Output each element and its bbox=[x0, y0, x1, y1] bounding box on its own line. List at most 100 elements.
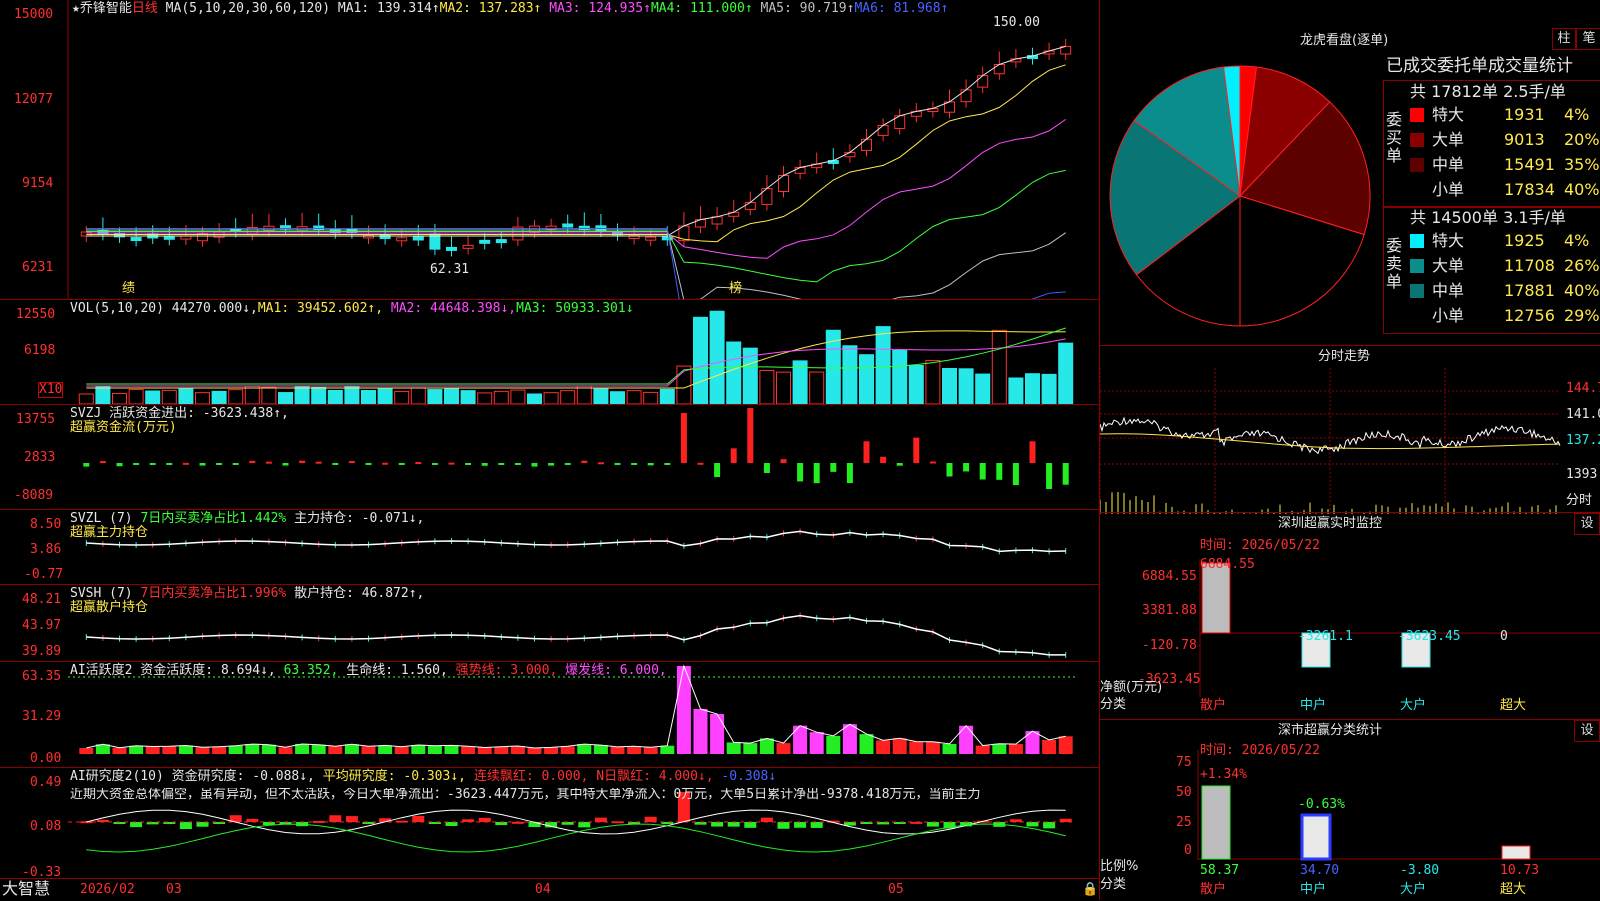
fund-flow-bar bbox=[913, 437, 920, 463]
ma1-value: MA1: 139.314↑ bbox=[337, 1, 440, 16]
fund-flow-bar bbox=[83, 463, 90, 467]
stat-y-2: 25 bbox=[1176, 815, 1192, 830]
candle-body bbox=[861, 138, 872, 151]
volume-bar bbox=[560, 390, 576, 405]
buy-row-count: 1931 bbox=[1504, 105, 1545, 124]
research-bar bbox=[478, 817, 491, 822]
ma-line-4 bbox=[86, 169, 1066, 283]
stat-top-1: -0.63% bbox=[1298, 797, 1345, 812]
volume-bar bbox=[261, 386, 277, 405]
buy-total: 共 17812单 2.5手/单 bbox=[1410, 82, 1566, 101]
activity-bar bbox=[809, 732, 824, 754]
fund-flow-bar bbox=[680, 413, 687, 463]
volume-bar bbox=[361, 390, 376, 405]
date-axis-bar: 大智慧 2026/02 03 04 05 🔒 bbox=[0, 878, 1100, 900]
stats-panel: 深市超赢分类统计 设 时间: 2026/05/22 75 50 25 0 比例%… bbox=[1099, 719, 1600, 900]
fund-flow-bar bbox=[581, 460, 588, 463]
volume-bar bbox=[958, 368, 974, 405]
buy-row-count: 17834 bbox=[1504, 180, 1555, 199]
candle-body bbox=[446, 246, 457, 251]
volume-bar bbox=[942, 368, 957, 405]
buy-row-name: 小单 bbox=[1432, 180, 1465, 199]
volume-bar bbox=[527, 393, 542, 405]
sell-row-count: 17881 bbox=[1504, 281, 1555, 300]
fund-flow-bar bbox=[382, 462, 389, 465]
kline-chart bbox=[67, 0, 1072, 300]
research-bar bbox=[345, 816, 358, 822]
low-annotation: 62.31 bbox=[430, 262, 470, 277]
date-tick-1: 03 bbox=[166, 882, 182, 897]
svzj-panel[interactable]: SVZJ 活跃资金进出: -3623.438↑, 超赢资金流(万元) 13755… bbox=[0, 404, 1100, 510]
stat-val-0: 58.37 bbox=[1200, 863, 1240, 878]
volume-bar bbox=[726, 341, 742, 405]
activity-bar bbox=[228, 745, 243, 754]
fund-flow-bar bbox=[99, 461, 106, 464]
yaxis-vol-unit[interactable]: X10 bbox=[38, 382, 64, 398]
sell-row-pct: 29% bbox=[1564, 306, 1600, 325]
main-kline-panel[interactable]: ★乔锋智能日线 MA(5,10,20,30,60,120) MA1: 139.3… bbox=[0, 0, 1100, 300]
activity-bar bbox=[344, 744, 359, 754]
period-label[interactable]: 日线 bbox=[132, 1, 158, 16]
sell-row-pct: 26% bbox=[1564, 256, 1600, 275]
sell-row-count: 11708 bbox=[1504, 256, 1555, 275]
fund-flow-bar bbox=[697, 462, 704, 465]
volume-bar bbox=[610, 391, 625, 405]
volume-bar bbox=[228, 389, 244, 405]
activity-bar bbox=[129, 745, 144, 754]
candle-body bbox=[396, 237, 408, 242]
ai2-comment: 近期大资金总体偏空，虽有异动，但不太活跃，今日大单净流出：-3623.447万元… bbox=[70, 788, 981, 802]
volume-bar bbox=[195, 392, 210, 405]
fund-flow-bar bbox=[597, 462, 604, 465]
activity-bar bbox=[942, 743, 957, 754]
svsh-ratio: 7日内买卖净占比1.996% bbox=[140, 586, 287, 601]
activity-bar bbox=[494, 746, 509, 754]
mon-bar-retail bbox=[1201, 562, 1231, 634]
ai-activity-panel[interactable]: AI活跃度2 资金活跃度: 8.694↓, 63.352, 生命线: 1.560… bbox=[0, 661, 1100, 768]
ma-line-1 bbox=[86, 45, 1066, 237]
lhb-tab[interactable]: 已成交委托单成交量统计 bbox=[1386, 56, 1573, 76]
intraday-panel[interactable]: 分时走势 144.7 141.0 137.2 1393 分时 bbox=[1099, 345, 1600, 514]
volume-bar bbox=[659, 388, 675, 405]
ma5-value: MA5: 90.719↑ bbox=[760, 1, 855, 16]
svzl-hold: 主力持仓: -0.071↓, bbox=[294, 511, 425, 526]
stat-bar-super bbox=[1501, 845, 1531, 860]
fund-flow-bar bbox=[979, 463, 986, 480]
fund-flow-bar bbox=[780, 459, 787, 463]
activity-bar bbox=[743, 743, 758, 754]
fund-flow-bar bbox=[730, 448, 737, 463]
volume-panel[interactable]: VOL(5,10,20) 44270.000↓,MA1: 39452.602↑,… bbox=[0, 299, 1100, 405]
lock-icon[interactable]: 🔒 bbox=[1082, 883, 1098, 897]
fund-flow-bar bbox=[481, 463, 488, 466]
mon-val-1: -3261.1 bbox=[1298, 629, 1353, 644]
activity-bar bbox=[560, 746, 575, 754]
activity-bar bbox=[577, 744, 592, 754]
activity-bar bbox=[876, 740, 891, 754]
yaxis-svzl-0: 8.50 bbox=[30, 517, 62, 532]
candle-body bbox=[462, 244, 474, 249]
research-bar bbox=[179, 822, 192, 829]
volume-bar bbox=[377, 388, 393, 405]
research-bar bbox=[329, 815, 342, 822]
stock-name[interactable]: ★乔锋智能 bbox=[72, 1, 132, 16]
fund-flow-bar bbox=[365, 463, 372, 465]
ai-research-panel[interactable]: AI研究度2(10) 资金研究度: -0.088↓, 平均研究度: -0.303… bbox=[0, 767, 1100, 880]
sell-row-name: 中单 bbox=[1432, 281, 1465, 300]
yaxis-ai-1: 31.29 bbox=[22, 709, 62, 724]
mon-cat-1: 中户 bbox=[1300, 698, 1327, 713]
activity-bar bbox=[461, 746, 476, 754]
mon-y-1: 3381.88 bbox=[1142, 603, 1197, 618]
activity-bar bbox=[112, 747, 127, 754]
avg-research-line bbox=[86, 823, 1066, 853]
activity-bar bbox=[394, 746, 409, 754]
activity-bar bbox=[444, 745, 459, 754]
svzl-panel[interactable]: SVZL (7) 7日内买卖净占比1.442% 主力持仓: -0.071↓, 超… bbox=[0, 509, 1100, 585]
buy-row-count: 15491 bbox=[1504, 155, 1555, 174]
svsh-name: 超赢散户持仓 bbox=[70, 600, 149, 615]
yaxis-svzj-0: 13755 bbox=[16, 412, 56, 427]
svsh-panel[interactable]: SVSH (7) 7日内买卖净占比1.996% 散户持仓: 46.872↑, 超… bbox=[0, 584, 1100, 662]
mon-val-0: 6884.55 bbox=[1200, 557, 1255, 572]
ma6-value: MA6: 81.968↑ bbox=[854, 1, 949, 16]
fund-flow-bar bbox=[398, 463, 405, 465]
activity-bar bbox=[328, 746, 343, 754]
activity-bar bbox=[959, 725, 974, 754]
